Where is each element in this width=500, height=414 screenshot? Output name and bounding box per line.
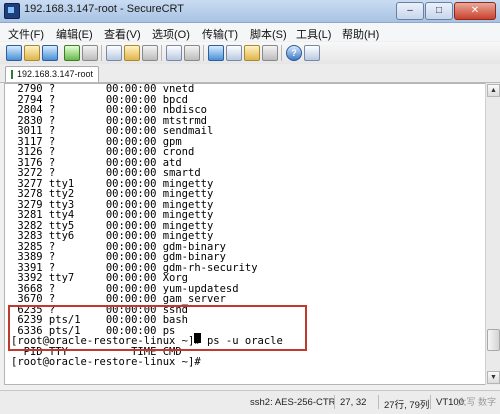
- quick-connect-icon[interactable]: [24, 45, 40, 61]
- securecrt-window: 192.168.3.147-root - SecureCRT – □ ✕ 文件(…: [0, 0, 500, 414]
- tab-session[interactable]: 192.168.3.147-root: [5, 66, 99, 82]
- menu-help[interactable]: 帮助(H): [342, 26, 379, 42]
- terminal-line: 3011 ? 00:00:00 sendmail: [11, 125, 214, 137]
- status-cursor-position: 27, 32: [340, 397, 367, 408]
- sftp-icon[interactable]: [244, 45, 260, 61]
- menu-edit[interactable]: 编辑(E): [56, 26, 93, 42]
- menu-options[interactable]: 选项(O): [152, 26, 190, 42]
- terminal-line: 2790 ? 00:00:00 vnetd: [11, 83, 195, 95]
- menu-bar: 文件(F) 编辑(E) 查看(V) 选项(O) 传输(T) 脚本(S) 工具(L…: [0, 23, 500, 41]
- terminal-line: 3281 tty4 00:00:00 mingetty: [11, 209, 214, 221]
- help-icon[interactable]: ?: [286, 45, 302, 61]
- securecrt-app-icon[interactable]: [4, 3, 20, 19]
- terminal-line: 3389 ? 00:00:00 gdm-binary: [11, 251, 226, 263]
- print-setup-icon[interactable]: [184, 45, 200, 61]
- connected-status-icon: [11, 70, 13, 79]
- menu-transfer[interactable]: 传输(T): [202, 26, 238, 42]
- window-controls: – □ ✕: [395, 2, 496, 20]
- terminal-line: 3283 tty6 00:00:00 mingetty: [11, 230, 214, 242]
- scroll-up-button[interactable]: ▲: [487, 84, 500, 97]
- terminal-line: 3278 tty2 00:00:00 mingetty: [11, 188, 214, 200]
- toolbar-separator: [101, 45, 102, 61]
- maximize-button[interactable]: □: [425, 2, 453, 20]
- reconnect-icon[interactable]: [64, 45, 80, 61]
- copy-icon[interactable]: [106, 45, 122, 61]
- window-title: 192.168.3.147-root - SecureCRT: [24, 3, 184, 15]
- status-divider: [430, 395, 431, 409]
- connect-icon[interactable]: [6, 45, 22, 61]
- session-tab-strip: 192.168.3.147-root: [0, 64, 500, 83]
- terminal-scrollbar[interactable]: ▲ ▼: [485, 83, 500, 385]
- highlight-box: [8, 305, 307, 351]
- toolbar-separator: [161, 45, 162, 61]
- print-icon[interactable]: [166, 45, 182, 61]
- terminal-line: 3392 tty7 00:00:00 Xorg: [11, 272, 189, 284]
- status-divider: [378, 395, 379, 409]
- global-options-icon[interactable]: [226, 45, 242, 61]
- paste-icon[interactable]: [124, 45, 140, 61]
- terminal-line: 3670 ? 00:00:00 gam_server: [11, 293, 226, 305]
- status-caps-num: 大写 数字: [457, 397, 496, 407]
- menu-view[interactable]: 查看(V): [104, 26, 141, 42]
- close-button[interactable]: ✕: [454, 2, 496, 20]
- find-icon[interactable]: [142, 45, 158, 61]
- status-bar: ssh2: AES-256-CTR 27, 32 27行, 79列 VT100 …: [0, 390, 500, 414]
- menu-tools[interactable]: 工具(L): [296, 26, 331, 42]
- properties-icon[interactable]: [304, 45, 320, 61]
- scroll-thumb[interactable]: [487, 328, 500, 351]
- status-rows-cols: 27行, 79列: [384, 400, 430, 411]
- menu-file[interactable]: 文件(F): [8, 26, 44, 42]
- terminal-cursor: [194, 333, 201, 343]
- scroll-down-button[interactable]: ▼: [487, 371, 500, 384]
- toolbar-separator: [203, 45, 204, 61]
- status-protocol: ssh2: AES-256-CTR: [250, 397, 336, 408]
- terminal-line: [root@oracle-restore-linux ~]#: [11, 356, 207, 368]
- terminal-line: 3126 ? 00:00:00 crond: [11, 146, 195, 158]
- terminal-line: 2804 ? 00:00:00 nbdisco: [11, 104, 207, 116]
- menu-script[interactable]: 脚本(S): [250, 26, 287, 42]
- terminal-line: 3272 ? 00:00:00 smartd: [11, 167, 201, 179]
- connect-in-tab-icon[interactable]: [42, 45, 58, 61]
- keymap-icon[interactable]: [262, 45, 278, 61]
- disconnect-icon[interactable]: [82, 45, 98, 61]
- toolbar-separator: [281, 45, 282, 61]
- terminal-area[interactable]: 2790 ? 00:00:00 vnetd 2794 ? 00:00:00 bp…: [4, 83, 486, 385]
- session-options-icon[interactable]: [208, 45, 224, 61]
- title-bar[interactable]: 192.168.3.147-root - SecureCRT – □ ✕: [0, 0, 500, 23]
- minimize-button[interactable]: –: [396, 2, 424, 20]
- toolbar: ?: [0, 42, 500, 65]
- tab-label: 192.168.3.147-root: [17, 69, 94, 79]
- status-divider: [334, 395, 335, 409]
